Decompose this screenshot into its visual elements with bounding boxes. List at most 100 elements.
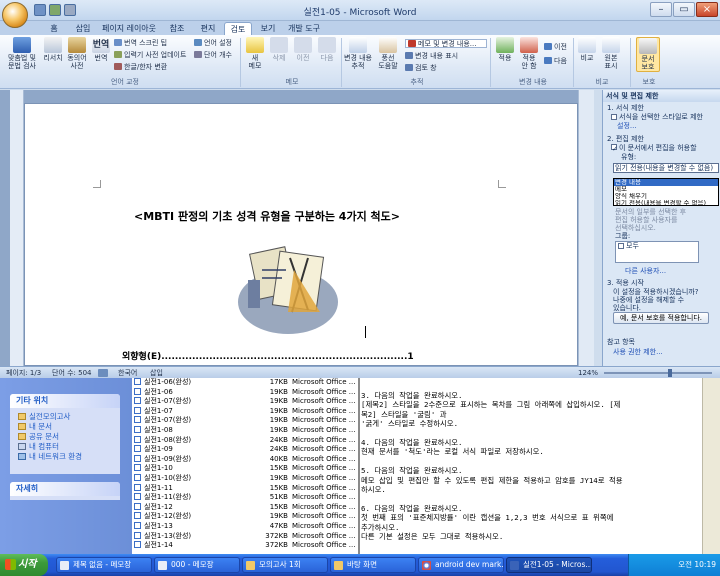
- taskbar-item-browser[interactable]: android dev mark...: [418, 557, 504, 573]
- file-row[interactable]: 실전1-12(완성) 19KB Microsoft Office ...: [134, 512, 355, 521]
- language-indicator[interactable]: 한국어: [118, 368, 137, 378]
- tab-mailings[interactable]: 편지: [194, 22, 222, 35]
- new-comment-button[interactable]: 새 메모: [244, 37, 266, 70]
- tab-insert[interactable]: 삽입: [68, 22, 98, 35]
- compare-button[interactable]: 비교: [577, 37, 597, 62]
- file-size: 19KB: [269, 426, 288, 434]
- previous-change-button[interactable]: 이전: [544, 43, 567, 52]
- previous-comment-button[interactable]: 이전: [292, 37, 314, 62]
- file-row[interactable]: 실전1-07 19KB Microsoft Office ...: [134, 406, 355, 416]
- word-count-button[interactable]: 단어 개수: [194, 51, 232, 60]
- file-row[interactable]: 실전1-09(완성) 40KB Microsoft Office ...: [134, 454, 355, 464]
- place-item[interactable]: 내 네트워크 환경: [18, 452, 82, 461]
- accept-button[interactable]: 적용: [494, 37, 516, 62]
- file-row[interactable]: 실전1-11 15KB Microsoft Office ...: [134, 483, 355, 493]
- formatting-settings-link[interactable]: 설정...: [617, 122, 637, 130]
- word-document-icon: [134, 474, 141, 481]
- accept-icon: [496, 37, 514, 53]
- taskbar-item-notepad-untitled[interactable]: 제목 없음 - 메모장: [56, 557, 152, 573]
- place-item[interactable]: 실전모의고사: [18, 412, 70, 421]
- limit-formatting-checkbox[interactable]: 서식을 선택한 스타일로 제한: [611, 113, 703, 121]
- spell-check-button[interactable]: 맞춤법 및 문법 검사: [6, 37, 38, 70]
- show-source-button[interactable]: 원본 표시: [599, 37, 623, 70]
- checkbox-icon[interactable]: [618, 243, 624, 249]
- file-row[interactable]: 실전1-11(완성) 51KB Microsoft Office ...: [134, 493, 355, 502]
- track-changes-button[interactable]: 변경 내용 추적: [344, 37, 372, 70]
- file-row[interactable]: 실전1-06(완성) 17KB Microsoft Office ...: [134, 378, 355, 387]
- vertical-scrollbar[interactable]: [578, 90, 594, 366]
- protect-document-button[interactable]: 문서 보호: [636, 37, 660, 72]
- zoom-level[interactable]: 124%: [578, 368, 598, 378]
- more-users-link[interactable]: 다른 사용자...: [625, 267, 666, 275]
- taskbar-item-desktop[interactable]: 바탕 화면: [330, 557, 416, 573]
- file-name: 실전1-11: [144, 483, 173, 492]
- details-header[interactable]: 자세히: [10, 482, 120, 496]
- place-item[interactable]: 내 문서: [18, 422, 52, 431]
- option-item[interactable]: 양식 채우기: [614, 193, 718, 200]
- reviewing-pane-button[interactable]: 검토 창: [405, 64, 437, 73]
- word-count-indicator[interactable]: 단어 수: 504: [52, 368, 92, 378]
- ime-dictionary-button[interactable]: 입력기 사전 업데이트: [114, 51, 186, 60]
- start-enforcement-button[interactable]: 예, 문서 보호를 적용합니다.: [613, 312, 709, 324]
- maximize-button[interactable]: ▭: [673, 2, 695, 17]
- tab-page-layout[interactable]: 페이지 레이아웃: [98, 22, 160, 35]
- zoom-slider-thumb[interactable]: [668, 369, 672, 377]
- file-row[interactable]: 실전1-07(완성) 19KB Microsoft Office ...: [134, 397, 355, 406]
- file-row[interactable]: 실전1-06 19KB Microsoft Office ...: [134, 387, 355, 397]
- editing-type-select[interactable]: 읽기 전용(내용을 변경할 수 없음): [613, 163, 719, 173]
- allow-editing-checkbox[interactable]: ✓이 문서에서 편집을 허용할: [611, 144, 697, 153]
- show-markup-button[interactable]: 변경 내용 표시: [405, 52, 458, 61]
- balloons-button[interactable]: 풍선 도움말: [374, 37, 402, 70]
- option-item[interactable]: 메모: [614, 186, 718, 193]
- file-row[interactable]: 실전1-12 15KB Microsoft Office ...: [134, 502, 355, 512]
- notepad-scrollbar[interactable]: [702, 378, 720, 554]
- word-document-icon: [134, 464, 141, 472]
- group-label-compare: 비교: [595, 78, 609, 86]
- next-comment-button[interactable]: 다음: [316, 37, 338, 62]
- insert-mode-indicator[interactable]: 삽입: [150, 368, 163, 378]
- thesaurus-icon: [68, 37, 86, 53]
- research-button[interactable]: 리서치: [40, 37, 66, 62]
- file-row[interactable]: 실전1-08 19KB Microsoft Office ...: [134, 426, 355, 435]
- hanja-convert-button[interactable]: 한글/한자 변환: [114, 63, 167, 72]
- file-row[interactable]: 실전1-10 15KB Microsoft Office ...: [134, 464, 355, 473]
- language-settings-button[interactable]: 언어 설정: [194, 39, 232, 48]
- zoom-slider[interactable]: [604, 372, 712, 374]
- notepad-line: 첫 번째 표의 '표준체지방률' 이란 캡션을 1,2,3 번호 서식으로 표 …: [361, 513, 614, 523]
- clock[interactable]: 오전 10:19: [678, 560, 716, 569]
- minimize-button[interactable]: –: [650, 2, 672, 17]
- option-item[interactable]: 변경 내용: [614, 179, 718, 186]
- file-row[interactable]: 실전1-14 372KB Microsoft Office ...: [134, 541, 355, 550]
- next-change-button[interactable]: 다음: [544, 57, 567, 66]
- file-row[interactable]: 실전1-07(완성) 19KB Microsoft Office ...: [134, 416, 355, 425]
- option-item[interactable]: 읽기 전용(내용을 변경할 수 없음): [614, 200, 718, 207]
- taskbar-item-notepad-000[interactable]: 000 - 메모장: [154, 557, 240, 573]
- taskbar-item-word[interactable]: 실전1-05 - Micros...: [506, 557, 592, 573]
- markup-display-dropdown[interactable]: 메모 및 변경 내용...: [405, 39, 487, 48]
- reject-button[interactable]: 적용 안 함: [518, 37, 540, 70]
- translate-tip-button[interactable]: 번역 스크린 팁: [114, 39, 167, 48]
- delete-comment-button[interactable]: 삭제: [268, 37, 290, 62]
- place-item[interactable]: 공유 문서: [18, 432, 59, 441]
- tab-home[interactable]: 홈: [40, 22, 68, 35]
- ribbon-separator: [240, 38, 241, 87]
- file-row[interactable]: 실전1-13 47KB Microsoft Office ...: [134, 522, 355, 531]
- file-row[interactable]: 실전1-08(완성) 24KB Microsoft Office ...: [134, 435, 355, 445]
- tab-view[interactable]: 보기: [254, 22, 282, 35]
- file-row[interactable]: 실전1-10(완성) 19KB Microsoft Office ...: [134, 474, 355, 483]
- tab-review[interactable]: 검토: [224, 22, 252, 35]
- file-row[interactable]: 실전1-09 24KB Microsoft Office ...: [134, 445, 355, 454]
- file-row[interactable]: 실전1-13(완성) 372KB Microsoft Office ...: [134, 531, 355, 541]
- tab-developer[interactable]: 개발 도구: [284, 22, 324, 35]
- office-button[interactable]: [2, 2, 28, 28]
- translate-button[interactable]: 번역 번역: [90, 37, 112, 62]
- place-item[interactable]: 내 컴퓨터: [18, 442, 59, 451]
- other-places-header[interactable]: 기타 위치: [10, 394, 120, 408]
- tab-references[interactable]: 참조: [162, 22, 192, 35]
- thesaurus-button[interactable]: 동의어 사전: [66, 37, 88, 70]
- restrict-permission-link[interactable]: 사용 권한 제한...: [613, 348, 663, 356]
- proofing-icon[interactable]: [98, 369, 108, 377]
- taskbar-item-mock-exam[interactable]: 모의고사 1회: [242, 557, 328, 573]
- close-button[interactable]: ×: [696, 2, 718, 17]
- page-indicator[interactable]: 페이지: 1/3: [6, 368, 41, 378]
